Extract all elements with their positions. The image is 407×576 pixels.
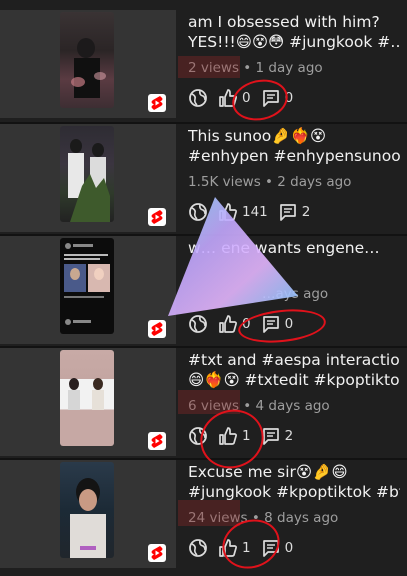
holographic-triangle-overlay <box>168 197 298 316</box>
